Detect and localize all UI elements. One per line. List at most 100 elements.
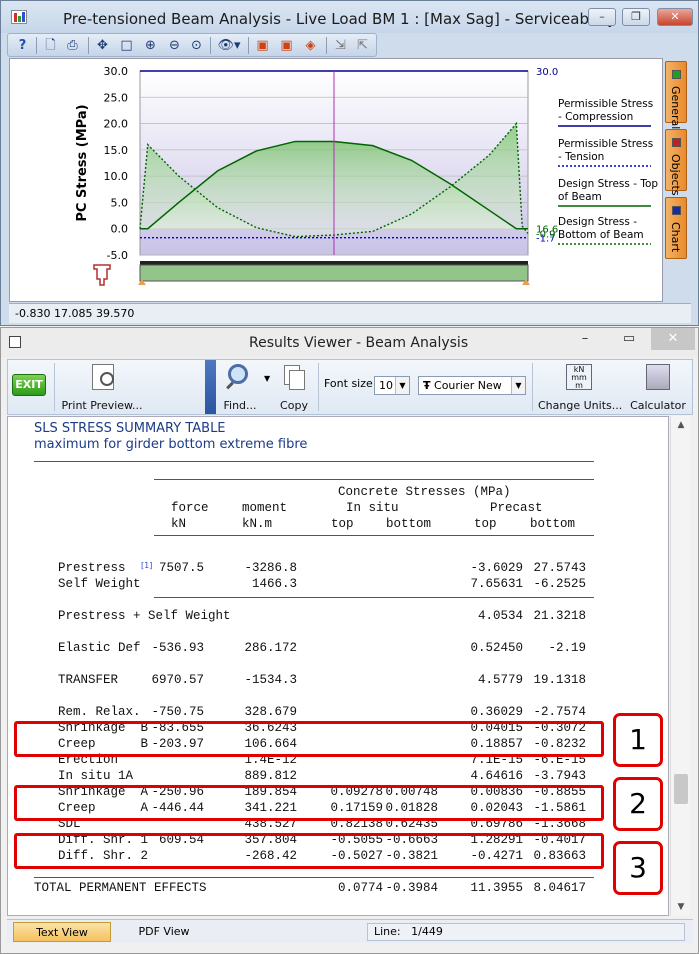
pan-icon[interactable]: ✥	[94, 37, 111, 54]
table-heading: SLS STRESS SUMMARY TABLE	[34, 421, 226, 436]
font-name-select[interactable]: Ŧ Courier New ▼	[418, 376, 526, 395]
divider	[154, 535, 594, 536]
row-cell-pt: 7.65631	[470, 577, 523, 591]
row-cell-pb: -6.2525	[533, 577, 586, 591]
vertical-scrollbar[interactable]: ▲ ▼	[670, 416, 690, 916]
tab-objects[interactable]: Objects	[665, 129, 687, 196]
callout-1: 1	[613, 713, 663, 767]
close-button[interactable]: ✕	[651, 328, 695, 350]
row-cell-pb: -2.7574	[533, 705, 586, 719]
copy-button[interactable]: Copy	[276, 362, 312, 414]
view-icon[interactable]: 👁▾	[216, 37, 242, 54]
callout-3: 3	[613, 841, 663, 895]
chart-window-title: Pre-tensioned Beam Analysis - Live Load …	[63, 10, 617, 28]
minimize-button[interactable]: –	[563, 328, 607, 350]
exit-button[interactable]: EXIT	[12, 374, 46, 396]
scroll-thumb[interactable]	[674, 774, 688, 804]
row-cell-moment: -3286.8	[244, 561, 297, 575]
restore-button[interactable]: ❐	[622, 8, 650, 26]
chart-panel: 30.0 25.0 20.0 15.0 10.0 5.0 0.0 -5.0 PC Stress …	[9, 58, 663, 302]
side-tabs: General Objects Chart	[665, 61, 689, 261]
row-cell-pb: -3.7943	[533, 769, 586, 783]
tab-chart[interactable]: Chart	[665, 197, 687, 259]
divider	[34, 461, 594, 462]
row-cell-it: 0.0774	[337, 881, 383, 895]
row-cell-force: 6970.57	[151, 673, 204, 687]
row-label: Elastic Def	[58, 641, 141, 655]
col-group-header: Concrete Stresses (MPa)	[338, 485, 511, 499]
row-cell-pt: 0.52450	[470, 641, 523, 655]
beam-elevation	[139, 264, 529, 282]
stress-chart: 30.0 25.0 20.0 15.0 10.0 5.0 0.0 -5.0 PC Stress …	[75, 65, 658, 286]
col-precast-bottom: bottom	[530, 517, 576, 531]
select-box-icon[interactable]: □	[118, 37, 135, 54]
row-label: TOTAL PERMANENT EFFECTS	[34, 881, 207, 895]
row-cell-pb: 27.5743	[533, 561, 586, 575]
results-title: Results Viewer - Beam Analysis	[249, 335, 469, 351]
export-icon[interactable]: ⇲	[332, 37, 349, 54]
find-button[interactable]: Find...	[220, 362, 260, 414]
legend-label: Design Stress -	[558, 216, 637, 228]
help-icon[interactable]: ?	[14, 37, 31, 54]
y-tick-label: -5.0	[107, 249, 128, 262]
minimize-button[interactable]: –	[588, 8, 616, 26]
cube-icon[interactable]: ◈	[302, 37, 319, 54]
zoom-in-icon[interactable]: ⊕	[142, 37, 159, 54]
print-preview-icon[interactable]: 🗋	[42, 37, 59, 54]
highlight-box-2	[14, 785, 604, 821]
y-tick-label: 20.0	[104, 118, 129, 131]
results-text-view[interactable]: SLS STRESS SUMMARY TABLE maximum for gir…	[7, 416, 669, 916]
chart-toolbar: ? 🗋 ⎙ ✥ □ ⊕ ⊖ ⊙ 👁▾ ▣ ▣ ◈ ⇲ ⇱	[7, 33, 377, 57]
row-label: Self Weight	[58, 577, 141, 591]
y-tick-label: 30.0	[104, 65, 129, 78]
col-insitu-bottom: bottom	[386, 517, 432, 531]
change-units-button[interactable]: kN mm m Change Units...	[538, 362, 622, 414]
print-preview-button[interactable]: Print Preview...	[60, 362, 144, 414]
row-cell-pb: 21.3218	[533, 609, 586, 623]
print-icon[interactable]: ⎙	[64, 37, 81, 54]
ribbon-grip[interactable]	[205, 360, 216, 414]
col-insitu: In situ	[346, 501, 399, 515]
import-icon[interactable]: ⇱	[354, 37, 371, 54]
font-size-select[interactable]: 10 ▼	[374, 376, 410, 395]
row-cell-ib: -0.3984	[385, 881, 438, 895]
row-cell-pt: 4.64616	[470, 769, 523, 783]
scroll-up-icon[interactable]: ▲	[671, 420, 691, 430]
col-precast: Precast	[490, 501, 543, 515]
chart-window-titlebar: Pre-tensioned Beam Analysis - Live Load …	[1, 1, 698, 33]
series-end-label: 30.0	[536, 67, 558, 78]
legend-label: Design Stress - Top	[558, 178, 658, 190]
footnote-link[interactable]: [1]	[141, 561, 152, 570]
layer-icon[interactable]: ▣	[254, 37, 271, 54]
units-icon: kN mm m	[566, 364, 592, 390]
layer2-icon[interactable]: ▣	[278, 37, 295, 54]
y-axis-label: PC Stress (MPa)	[75, 104, 90, 221]
view-tabs-bar: Text View PDF View Line: 1/449	[7, 919, 693, 943]
tab-pdf-view[interactable]: PDF View	[115, 922, 213, 942]
chart-statusbar: -0.830 17.085 39.570	[9, 303, 691, 323]
divider	[34, 877, 594, 878]
zoom-fit-icon[interactable]: ⊙	[188, 37, 205, 54]
calculator-button[interactable]: Calculator	[628, 362, 688, 414]
row-cell-moment: 286.172	[244, 641, 297, 655]
row-cell-pt: 0.36029	[470, 705, 523, 719]
beam-deck	[140, 261, 528, 265]
row-label: Prestress + Self Weight	[58, 609, 231, 623]
scroll-down-icon[interactable]: ▼	[671, 902, 691, 912]
results-ribbon: EXIT Print Preview... Find... ▼ Copy Fon…	[7, 359, 693, 415]
legend-label: Bottom of Beam	[558, 229, 644, 241]
zoom-out-icon[interactable]: ⊖	[166, 37, 183, 54]
row-label: Rem. Relax.	[58, 705, 141, 719]
y-tick-label: 15.0	[104, 144, 129, 157]
col-force: force	[171, 501, 209, 515]
close-button[interactable]: ✕	[657, 8, 693, 26]
find-dropdown-icon[interactable]: ▼	[264, 374, 270, 383]
legend-label: - Compression	[558, 111, 633, 123]
series-end-label: -0.9	[536, 229, 556, 240]
col-force-unit: kN	[171, 517, 187, 531]
maximize-button[interactable]: ▭	[607, 328, 651, 350]
results-window: Results Viewer - Beam Analysis – ▭ ✕ EXI…	[0, 327, 699, 954]
row-cell-pb: -2.19	[548, 641, 586, 655]
tab-general[interactable]: General	[665, 61, 687, 129]
tab-text-view[interactable]: Text View	[13, 922, 111, 942]
